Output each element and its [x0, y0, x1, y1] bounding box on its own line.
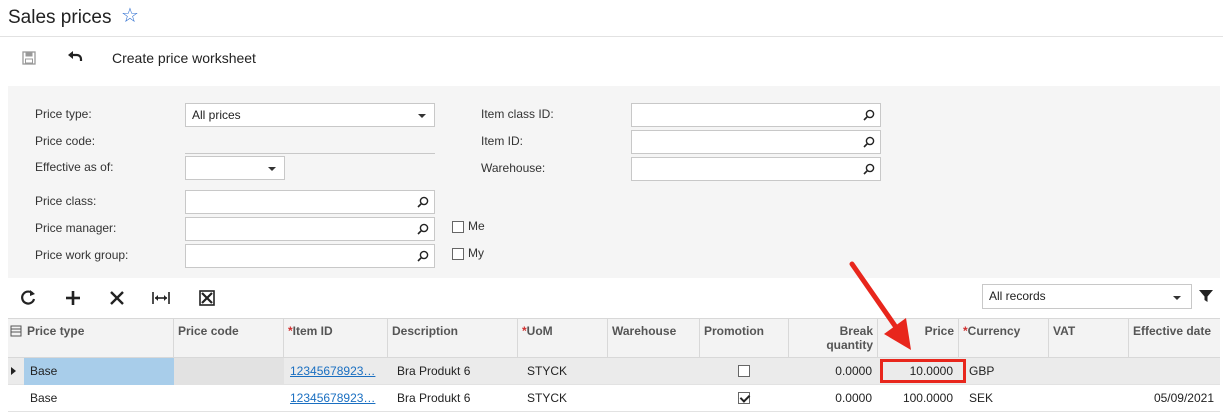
warehouse-input[interactable] — [631, 157, 881, 181]
delete-icon[interactable] — [107, 288, 127, 308]
cell-effective-date[interactable]: 05/09/2021 — [1129, 385, 1220, 412]
title-bar: Sales prices ☆ — [0, 0, 1223, 37]
chevron-down-icon — [1173, 296, 1181, 300]
me-label: Me — [468, 219, 485, 233]
main-toolbar: Create price worksheet — [0, 38, 1223, 78]
star-icon[interactable]: ☆ — [121, 5, 139, 27]
promotion-checkbox[interactable] — [738, 392, 750, 404]
table-row[interactable]: Base 12345678923… Bra Produkt 6 STYCK 0.… — [8, 385, 1220, 412]
save-icon[interactable] — [22, 51, 36, 65]
refresh-icon[interactable] — [18, 288, 38, 308]
col-break-quantity[interactable]: Break quantity — [789, 319, 878, 358]
cell-break-quantity[interactable]: 0.0000 — [789, 385, 878, 412]
cell-effective-date[interactable] — [1129, 358, 1220, 385]
cell-item-id-link[interactable]: 12345678923… — [284, 358, 388, 385]
grid-toolbar: All records — [8, 278, 1220, 318]
chevron-down-icon — [268, 167, 276, 171]
col-promotion[interactable]: Promotion — [700, 319, 789, 358]
cell-warehouse[interactable] — [608, 358, 700, 385]
price-type-select[interactable]: All prices — [185, 103, 435, 127]
search-icon[interactable] — [863, 163, 875, 175]
item-class-id-label: Item class ID: — [481, 107, 554, 121]
cell-currency[interactable]: SEK — [963, 385, 1049, 412]
col-price[interactable]: Price — [878, 319, 959, 358]
column-settings-icon[interactable] — [10, 325, 22, 337]
add-icon[interactable] — [63, 288, 83, 308]
grid-header: Price type Price code *Item ID Descripti… — [8, 318, 1220, 358]
item-class-id-input[interactable] — [631, 103, 881, 127]
item-id-label: Item ID: — [481, 134, 524, 148]
search-icon[interactable] — [417, 250, 429, 262]
cell-price-code[interactable] — [174, 358, 284, 385]
export-icon[interactable] — [197, 288, 217, 308]
undo-icon[interactable] — [67, 50, 83, 64]
price-manager-input[interactable] — [185, 217, 435, 241]
col-vat[interactable]: VAT — [1049, 319, 1129, 358]
cell-currency[interactable]: GBP — [963, 358, 1049, 385]
price-code-field[interactable] — [185, 153, 435, 154]
cell-price[interactable]: 100.0000 — [878, 385, 959, 412]
price-manager-label: Price manager: — [35, 221, 117, 235]
cell-description[interactable]: Bra Produkt 6 — [391, 385, 518, 412]
col-uom[interactable]: *UoM — [518, 319, 608, 358]
records-filter-select[interactable]: All records — [982, 284, 1192, 309]
page-title: Sales prices — [8, 7, 112, 28]
price-class-input[interactable] — [185, 190, 435, 214]
col-effective-date[interactable]: Effective date — [1129, 319, 1220, 358]
table-row[interactable]: Base 12345678923… Bra Produkt 6 STYCK 0.… — [8, 358, 1220, 385]
cell-price[interactable]: 10.0000 — [878, 358, 959, 385]
effective-as-of-label: Effective as of: — [35, 160, 114, 174]
me-checkbox[interactable] — [452, 221, 464, 233]
col-currency[interactable]: *Currency — [959, 319, 1049, 358]
chevron-down-icon — [418, 114, 426, 118]
promotion-checkbox[interactable] — [738, 365, 750, 377]
price-work-group-input[interactable] — [185, 244, 435, 268]
create-price-worksheet-button[interactable]: Create price worksheet — [112, 50, 256, 66]
records-filter-value: All records — [989, 289, 1046, 303]
sales-prices-grid: Price type Price code *Item ID Descripti… — [8, 318, 1220, 412]
col-price-code[interactable]: Price code — [174, 319, 284, 358]
cell-price-code[interactable] — [174, 385, 284, 412]
filter-panel: Price type: All prices Price code: Effec… — [8, 86, 1220, 278]
col-warehouse[interactable]: Warehouse — [608, 319, 700, 358]
my-label: My — [468, 246, 484, 260]
price-class-label: Price class: — [35, 194, 97, 208]
price-type-label: Price type: — [35, 107, 92, 121]
effective-as-of-date[interactable] — [185, 156, 285, 180]
price-code-label: Price code: — [35, 134, 96, 148]
col-item-id[interactable]: *Item ID — [284, 319, 388, 358]
col-price-type[interactable]: Price type — [23, 319, 174, 358]
price-type-value: All prices — [192, 108, 241, 122]
cell-warehouse[interactable] — [608, 385, 700, 412]
search-icon[interactable] — [863, 109, 875, 121]
search-icon[interactable] — [863, 136, 875, 148]
search-icon[interactable] — [417, 223, 429, 235]
filter-icon[interactable] — [1198, 288, 1214, 304]
fit-columns-icon[interactable] — [151, 288, 171, 308]
row-pointer-icon — [11, 367, 16, 375]
warehouse-label: Warehouse: — [481, 161, 546, 175]
cell-vat[interactable] — [1049, 385, 1129, 412]
col-description[interactable]: Description — [388, 319, 518, 358]
cell-uom[interactable]: STYCK — [521, 385, 608, 412]
price-work-group-label: Price work group: — [35, 248, 129, 262]
search-icon[interactable] — [417, 196, 429, 208]
item-id-input[interactable] — [631, 130, 881, 154]
cell-item-id-link[interactable]: 12345678923… — [284, 385, 388, 412]
cell-break-quantity[interactable]: 0.0000 — [789, 358, 878, 385]
cell-price-type[interactable]: Base — [24, 385, 174, 412]
cell-uom[interactable]: STYCK — [521, 358, 608, 385]
cell-price-type[interactable]: Base — [24, 358, 174, 385]
my-checkbox[interactable] — [452, 248, 464, 260]
cell-vat[interactable] — [1049, 358, 1129, 385]
cell-description[interactable]: Bra Produkt 6 — [391, 358, 518, 385]
